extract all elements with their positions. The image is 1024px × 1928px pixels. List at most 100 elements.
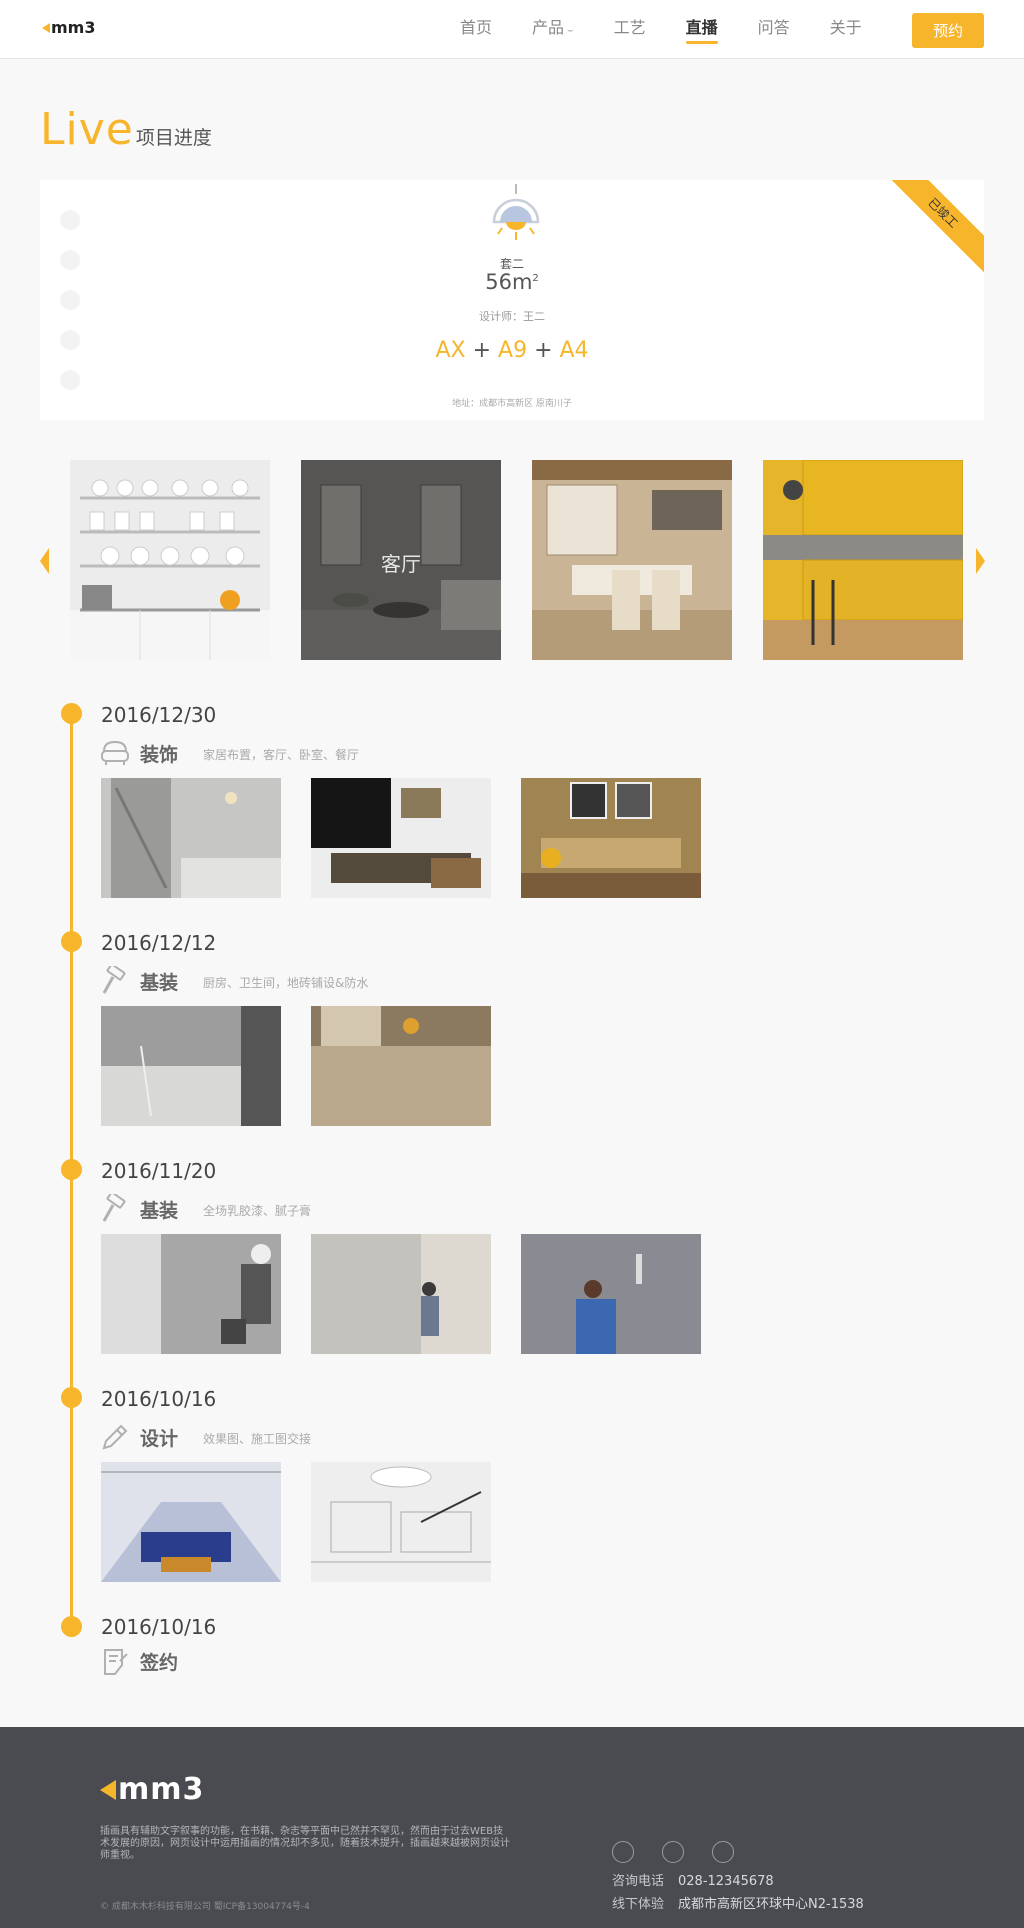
package-combo: AX + A9 + A4: [40, 338, 984, 363]
nav-products-label: 产品: [532, 18, 565, 37]
logo-triangle-icon: [100, 1780, 116, 1800]
pencil-icon: [102, 1424, 128, 1450]
kitchen-shelves-image: [70, 460, 270, 660]
timeline-description: 全场乳胶漆、腻子膏: [203, 1204, 312, 1218]
apartment-area: 56m2: [40, 270, 984, 294]
nav-home-label: 首页: [460, 18, 493, 37]
timeline-date: 2016/11/20: [101, 1159, 217, 1183]
rendering-sketch-image: [101, 1462, 281, 1582]
logo-triangle-icon: [42, 23, 50, 33]
offline-label: 线下体验: [612, 1897, 665, 1912]
carousel-slide[interactable]: [763, 460, 963, 660]
lamp-icon: [492, 184, 540, 240]
timeline-photo[interactable]: [311, 1462, 491, 1582]
bathroom-door-image: [101, 778, 281, 898]
timeline-description: 效果图、施工图交接: [203, 1432, 312, 1446]
page-title-live: Live: [40, 104, 134, 155]
dark-living-room-image: [311, 778, 491, 898]
timeline-description: 家居布置，客厅、卧室、餐厅: [203, 748, 360, 762]
dot: [60, 370, 80, 390]
nav-products[interactable]: 产品 ⌣: [532, 0, 574, 59]
hammer-icon: [102, 1194, 126, 1222]
footer-description: 插画具有辅助文字叙事的功能，在书籍、杂志等平面中已然并不罕见，然而由于过去WEB…: [100, 1826, 510, 1861]
phone-number: 028-12345678: [678, 1874, 774, 1889]
chevron-down-icon: ⌣: [567, 25, 574, 36]
timeline-dot: [61, 931, 82, 952]
kitchen-island-image: [532, 460, 732, 660]
nav-about-label: 关于: [829, 18, 862, 37]
main-nav: 首页 产品 ⌣ 工艺 直播 问答 关于: [460, 0, 902, 59]
slide-label-living-room: 客厅: [381, 552, 421, 576]
yellow-kitchen-image: [763, 460, 963, 660]
site-logo[interactable]: mm3: [42, 20, 95, 36]
timeline-photo[interactable]: [521, 778, 701, 898]
room-carousel: 客厅: [0, 460, 1024, 662]
site-footer: mm3 插画具有辅助文字叙事的功能，在书籍、杂志等平面中已然并不罕见，然而由于过…: [0, 1727, 1024, 1928]
hammer-icon: [102, 966, 126, 994]
qq-icon[interactable]: [662, 1841, 684, 1863]
footer-phone: 咨询电话 028-12345678: [612, 1870, 774, 1889]
nav-live-label: 直播: [685, 18, 718, 37]
carousel-slide-living-room[interactable]: 客厅: [301, 460, 501, 660]
timeline-photo[interactable]: [311, 1006, 491, 1126]
nav-qa[interactable]: 问答: [758, 0, 790, 59]
project-card: 套二 56m2 设计师：王二 AX + A9 + A4 地址：成都市高新区 原南…: [40, 180, 984, 420]
footer-logo[interactable]: mm3: [100, 1775, 204, 1805]
carousel-prev-arrow-icon[interactable]: [40, 548, 49, 574]
lounge-image: [521, 778, 701, 898]
sofa-icon: [101, 740, 129, 765]
nav-craft[interactable]: 工艺: [614, 0, 646, 59]
package-a4: A4: [559, 338, 589, 363]
timeline-date: 2016/10/16: [101, 1387, 217, 1411]
blueprint-image: [311, 1462, 491, 1582]
footer-copyright: © 成都木木杉科技有限公司 蜀ICP备13004774号-4: [100, 1902, 310, 1912]
timeline-category: 基装: [140, 1200, 179, 1222]
area-value: 56m: [485, 270, 533, 294]
nav-live[interactable]: 直播: [685, 0, 718, 59]
carousel-next-arrow-icon[interactable]: [976, 548, 985, 574]
waterproofing-floor-image: [101, 1006, 281, 1126]
package-a9: A9: [498, 338, 528, 363]
timeline-description: 厨房、卫生间，地砖铺设&防水: [203, 976, 369, 990]
nav-craft-label: 工艺: [613, 18, 646, 37]
timeline-date: 2016/12/30: [101, 703, 217, 727]
book-button[interactable]: 预约: [912, 13, 984, 48]
timeline-photo[interactable]: [311, 1234, 491, 1354]
timeline-photo[interactable]: [521, 1234, 701, 1354]
logo-text: mm3: [51, 18, 96, 37]
timeline-dot: [61, 1159, 82, 1180]
page-title: Live 项目进度: [40, 104, 212, 155]
timeline-category: 装饰: [140, 744, 179, 766]
nav-about[interactable]: 关于: [830, 0, 862, 59]
timeline-date: 2016/12/12: [101, 931, 217, 955]
timeline-category: 签约: [140, 1652, 179, 1674]
combo-plus: +: [534, 338, 553, 363]
phone-label: 咨询电话: [612, 1874, 665, 1889]
tiled-floor-image: [311, 1006, 491, 1126]
timeline-photo[interactable]: [311, 778, 491, 898]
wall-putty-image: [521, 1234, 701, 1354]
carousel-slide[interactable]: [70, 460, 270, 660]
wall-plastering-image: [311, 1234, 491, 1354]
carousel-slide[interactable]: [532, 460, 732, 660]
wechat-icon[interactable]: [612, 1841, 634, 1863]
timeline-photo[interactable]: [101, 1234, 281, 1354]
designer-name: 设计师：王二: [479, 310, 545, 323]
weibo-icon[interactable]: [712, 1841, 734, 1863]
package-ax: AX: [435, 338, 466, 363]
timeline-photo[interactable]: [101, 1006, 281, 1126]
combo-plus: +: [472, 338, 492, 363]
offline-address: 成都市高新区环球中心N2-1538: [678, 1897, 864, 1912]
timeline-photo[interactable]: [101, 778, 281, 898]
page-title-sub: 项目进度: [135, 127, 212, 149]
timeline-category: 基装: [140, 972, 179, 994]
timeline-photo[interactable]: [101, 1462, 281, 1582]
painter-image: [101, 1234, 281, 1354]
timeline-dot: [61, 703, 82, 724]
footer-offline: 线下体验 成都市高新区环球中心N2-1538: [612, 1893, 864, 1912]
contract-icon: [104, 1649, 128, 1675]
timeline-dot: [61, 1387, 82, 1408]
area-unit-sup: 2: [532, 273, 539, 284]
nav-home[interactable]: 首页: [460, 0, 492, 59]
footer-logo-text: mm3: [118, 1772, 205, 1807]
